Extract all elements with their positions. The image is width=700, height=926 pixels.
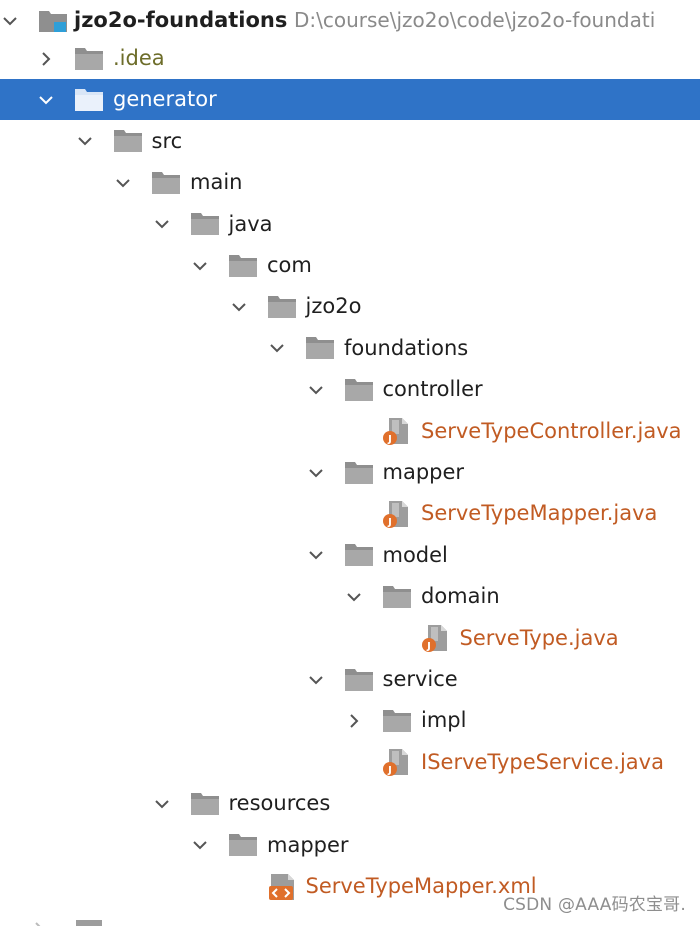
folder-icon [344, 659, 374, 700]
tree-row-domain[interactable]: domain [0, 576, 700, 617]
chevron-down-icon[interactable] [75, 121, 95, 162]
chevron-down-icon[interactable] [152, 204, 172, 245]
folder-icon [228, 245, 258, 286]
folder-icon [344, 535, 374, 576]
chevron-down-icon[interactable] [306, 535, 326, 576]
tree-item-label: java [228, 211, 273, 236]
tree-item-label: controller [382, 377, 483, 402]
tree-item-label: resources [228, 791, 331, 816]
tree-row-main[interactable]: main [0, 162, 700, 203]
tree-row-mapper[interactable]: mapper [0, 825, 700, 866]
svg-text:J: J [387, 434, 392, 445]
tree-item-label: service [382, 667, 458, 691]
folder-icon [190, 204, 220, 245]
tree-item-label: mapper [267, 832, 349, 857]
java-file-icon: J [421, 618, 449, 659]
tree-row-iservetypeservice-java[interactable]: J IServeTypeService.java [0, 742, 700, 783]
chevron-right-icon[interactable] [344, 700, 364, 741]
project-name: jzo2o-foundations [74, 8, 288, 32]
svg-text:J: J [387, 517, 392, 528]
folder-icon [74, 38, 104, 79]
folder-icon [344, 369, 374, 410]
tree-row-service[interactable]: service [0, 659, 700, 700]
tree-item-label: ServeTypeController.java [421, 418, 682, 443]
tree-item-label: jzo2o [305, 294, 362, 319]
tree-row-java[interactable]: java [0, 204, 700, 245]
folder-icon [228, 825, 258, 866]
tree-item-label: generator [113, 87, 217, 112]
tree-row-idea[interactable]: .idea [0, 38, 700, 79]
tree-item-label: ServeType.java [459, 625, 619, 650]
tree-item-label: foundations [344, 335, 469, 360]
tree-item-label: mapper [382, 460, 465, 484]
chevron-down-icon[interactable] [152, 783, 172, 824]
chevron-right-icon[interactable] [36, 38, 56, 79]
xml-file-icon [267, 866, 297, 907]
folder-icon [267, 286, 297, 327]
tree-item-label: .idea [113, 46, 165, 70]
tree-row-jzo2o[interactable]: jzo2o [0, 286, 700, 327]
folder-icon [151, 162, 181, 203]
chevron-down-icon[interactable] [0, 0, 20, 41]
folder-icon [190, 783, 220, 824]
tree-item-label: domain [421, 584, 500, 609]
tree-item-label: main [190, 170, 243, 195]
chevron-down-icon[interactable] [306, 659, 326, 700]
partially-visible-row [0, 912, 700, 926]
folder-icon [382, 700, 412, 741]
tree-item-label: IServeTypeService.java [421, 749, 664, 774]
chevron-down-icon[interactable] [36, 79, 56, 120]
chevron-down-icon[interactable] [190, 245, 210, 286]
tree-item-label: ServeTypeMapper.java [421, 501, 658, 526]
tree-row-mapper[interactable]: mapper [0, 452, 700, 493]
tree-item-label: ServeTypeMapper.xml [305, 874, 537, 898]
java-file-icon: J [382, 493, 410, 534]
folder-icon [74, 79, 104, 120]
tree-row-servetypecontroller-java[interactable]: J ServeTypeController.java [0, 411, 700, 452]
tree-row-model[interactable]: model [0, 535, 700, 576]
chevron-down-icon[interactable] [344, 576, 364, 617]
tree-item-label: impl [421, 708, 467, 733]
tree-item-label: src [151, 128, 183, 153]
svg-text:J: J [426, 641, 431, 652]
chevron-down-icon[interactable] [113, 162, 133, 203]
tree-row-resources[interactable]: resources [0, 783, 700, 824]
tree-item-label: com [267, 253, 312, 277]
chevron-down-icon[interactable] [267, 328, 287, 369]
chevron-down-icon[interactable] [229, 286, 249, 327]
folder-icon [344, 452, 374, 493]
svg-text:J: J [387, 765, 392, 776]
chevron-down-icon[interactable] [306, 452, 326, 493]
tree-row-com[interactable]: com [0, 245, 700, 286]
tree-item-label: model [382, 542, 448, 567]
folder-icon [382, 576, 412, 617]
tree-row-servetypemapper-java[interactable]: J ServeTypeMapper.java [0, 493, 700, 534]
tree-row-impl[interactable]: impl [0, 700, 700, 741]
project-path: D:\course\jzo2o\code\jzo2o-foundati [294, 8, 656, 32]
tree-row-project-root[interactable]: jzo2o-foundations D:\course\jzo2o\code\j… [0, 0, 700, 41]
chevron-down-icon[interactable] [306, 369, 326, 410]
tree-row-generator[interactable]: generator [0, 79, 700, 121]
java-file-icon: J [382, 411, 410, 452]
chevron-down-icon[interactable] [190, 825, 210, 866]
tree-row-foundations[interactable]: foundations [0, 328, 700, 369]
tree-row-src[interactable]: src [0, 121, 700, 162]
folder-icon [305, 328, 335, 369]
tree-row-servetype-java[interactable]: J ServeType.java [0, 618, 700, 659]
tree-row-controller[interactable]: controller [0, 369, 700, 410]
folder-icon [113, 121, 143, 162]
module-folder-icon [38, 0, 68, 41]
java-file-icon: J [382, 742, 410, 783]
project-tree: jzo2o-foundations D:\course\jzo2o\code\j… [0, 0, 700, 925]
